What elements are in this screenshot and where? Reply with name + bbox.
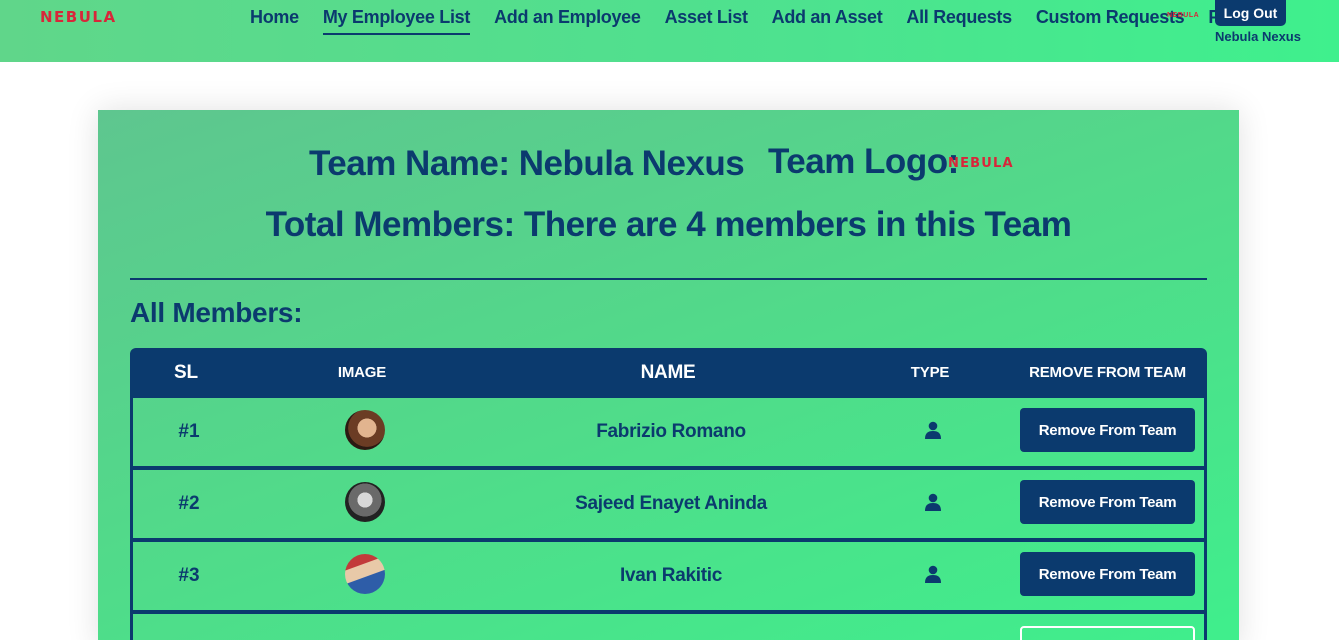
avatar-cell xyxy=(305,398,425,466)
members-table: SL IMAGE NAME TYPE REMOVE FROM TEAM #1 F… xyxy=(130,348,1207,640)
type-cell xyxy=(873,470,993,538)
column-header-sl: SL xyxy=(174,362,198,383)
nav-link-add-asset[interactable]: Add an Asset xyxy=(772,5,883,35)
table-row: #1 Fabrizio Romano Remove From Team xyxy=(130,398,1207,470)
divider xyxy=(130,278,1207,280)
top-navbar: NEBULA Home My Employee List Add an Empl… xyxy=(0,0,1339,62)
type-cell xyxy=(873,542,993,610)
avatar xyxy=(345,553,385,594)
table-row: #2 Sajeed Enayet Aninda Remove From Team xyxy=(130,470,1207,542)
company-logo: NEBULA xyxy=(1167,12,1200,19)
nav-link-custom-requests[interactable]: Custom Requests xyxy=(1036,5,1185,35)
type-cell xyxy=(873,398,993,466)
nav-link-my-employee-list[interactable]: My Employee List xyxy=(322,5,470,35)
row-serial: #1 xyxy=(178,421,200,442)
column-header-name: NAME xyxy=(640,362,696,383)
table-header: SL IMAGE NAME TYPE REMOVE FROM TEAM xyxy=(130,348,1207,398)
brand-logo[interactable]: NEBULA xyxy=(40,8,117,26)
row-serial: #2 xyxy=(178,493,200,514)
remove-from-team-button[interactable]: Remove From Team xyxy=(1020,552,1195,596)
nav-link-asset-list[interactable]: Asset List xyxy=(665,5,748,35)
person-icon xyxy=(925,421,941,439)
member-name: Fabrizio Romano xyxy=(596,421,746,442)
member-name: Sajeed Enayet Aninda xyxy=(575,493,767,514)
row-serial: #3 xyxy=(178,565,200,586)
avatar-cell xyxy=(305,542,425,610)
table-row xyxy=(130,614,1207,640)
all-members-title: All Members: xyxy=(130,297,303,328)
remove-from-team-button[interactable]: Remove From Team xyxy=(1020,408,1195,452)
nav-links: Home My Employee List Add an Employee As… xyxy=(250,5,1263,35)
member-name: Ivan Rakitic xyxy=(619,565,722,586)
person-icon xyxy=(925,493,941,511)
remove-from-team-button[interactable] xyxy=(1020,626,1195,640)
table-row: #3 Ivan Rakitic Remove From Team xyxy=(130,542,1207,614)
team-card: Team Name: Nebula Nexus Team Logo: NEBUL… xyxy=(98,110,1239,640)
team-logo: NEBULA xyxy=(948,156,1014,171)
total-members-heading: Total Members: There are 4 members in th… xyxy=(265,205,1072,244)
avatar-cell xyxy=(305,470,425,538)
nav-link-add-employee[interactable]: Add an Employee xyxy=(494,5,641,35)
team-name-heading: Team Name: Nebula Nexus xyxy=(309,144,745,183)
nav-link-home[interactable]: Home xyxy=(250,5,299,35)
column-header-type: TYPE xyxy=(910,364,950,381)
logout-button[interactable]: Log Out xyxy=(1215,0,1286,26)
nav-link-all-requests[interactable]: All Requests xyxy=(906,5,1012,35)
column-header-image: IMAGE xyxy=(337,364,387,381)
person-icon xyxy=(925,565,941,583)
column-header-remove: REMOVE FROM TEAM xyxy=(1029,364,1186,381)
avatar xyxy=(345,409,385,450)
team-logo-label: Team Logo: xyxy=(768,142,959,181)
user-name: Nebula Nexus xyxy=(1215,29,1301,44)
remove-from-team-button[interactable]: Remove From Team xyxy=(1020,480,1195,524)
avatar xyxy=(345,481,385,522)
